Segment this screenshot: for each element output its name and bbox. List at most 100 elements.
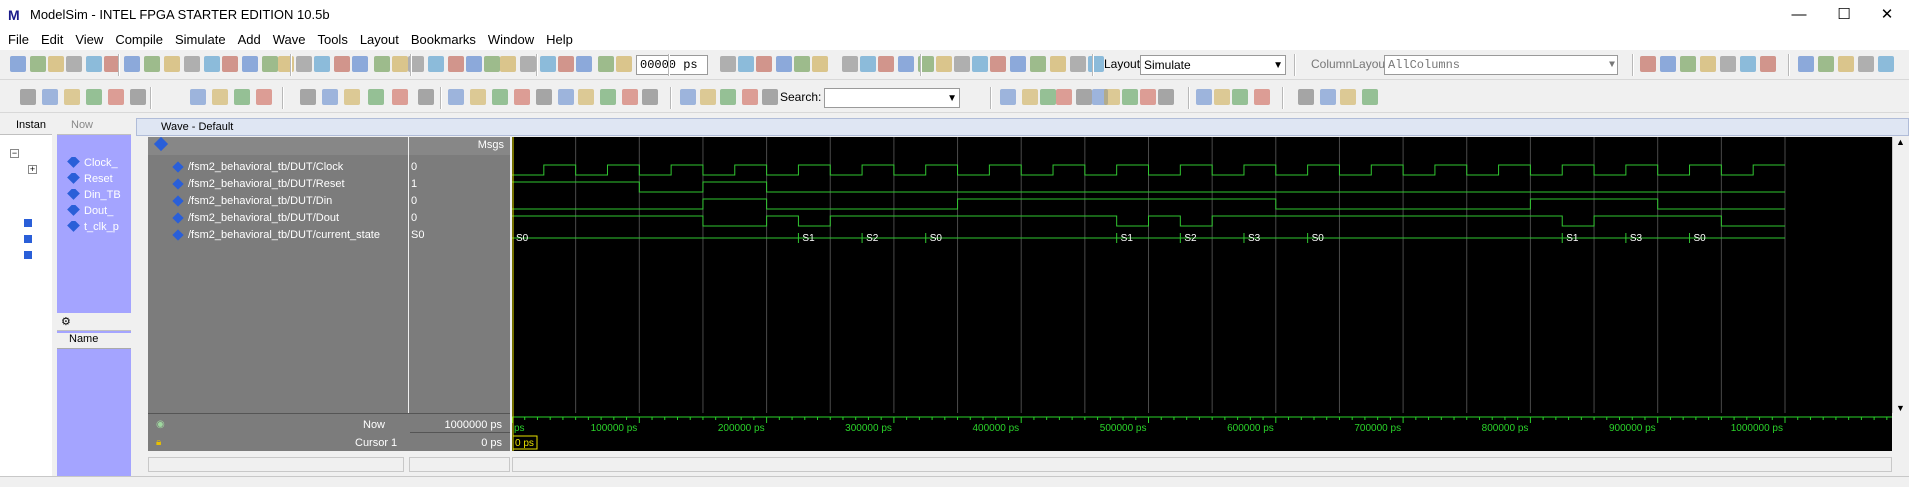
toolbar-button-icon[interactable]: [1680, 56, 1696, 72]
toolbar-button-icon[interactable]: [164, 56, 180, 72]
toolbar-button-icon[interactable]: [680, 89, 696, 105]
menu-edit[interactable]: Edit: [35, 30, 69, 50]
toolbar-button-icon[interactable]: [500, 56, 516, 72]
toolbar-button-icon[interactable]: [794, 56, 810, 72]
toolbar-button-icon[interactable]: [314, 56, 330, 72]
toolbar-button-icon[interactable]: [598, 56, 614, 72]
object-item[interactable]: Din_TB: [57, 189, 131, 205]
menu-compile[interactable]: Compile: [109, 30, 169, 50]
toolbar-button-icon[interactable]: [1000, 89, 1016, 105]
toolbar-button-icon[interactable]: [1040, 89, 1056, 105]
signal-row[interactable]: /fsm2_behavioral_tb/DUT/Din: [148, 195, 332, 212]
toolbar-button-icon[interactable]: [296, 56, 312, 72]
toolbar-button-icon[interactable]: [762, 89, 778, 105]
column-layout-select[interactable]: AllColumns ▼: [1384, 55, 1618, 75]
toolbar-button-icon[interactable]: [738, 56, 754, 72]
toolbar-button-icon[interactable]: [322, 89, 338, 105]
toolbar-button-icon[interactable]: [1050, 56, 1066, 72]
vertical-scrollbar[interactable]: ▲ ▼: [1892, 137, 1909, 413]
toolbar-button-icon[interactable]: [256, 89, 272, 105]
toolbar-button-icon[interactable]: [1076, 89, 1092, 105]
wave-hscroll[interactable]: [512, 457, 1892, 472]
toolbar-button-icon[interactable]: [700, 89, 716, 105]
lock-icon[interactable]: 🔒︎: [156, 437, 161, 448]
toolbar-button-icon[interactable]: [20, 89, 36, 105]
tree-expand-icon[interactable]: +: [28, 165, 37, 174]
toolbar-button-icon[interactable]: [108, 89, 124, 105]
processes-name-column-header[interactable]: Name: [57, 333, 131, 349]
toolbar-button-icon[interactable]: [1158, 89, 1174, 105]
cursor-label[interactable]: Cursor 1: [355, 437, 397, 449]
toolbar-button-icon[interactable]: [954, 56, 970, 72]
toolbar-button-icon[interactable]: [1214, 89, 1230, 105]
menu-add[interactable]: Add: [232, 30, 267, 50]
scroll-up-icon[interactable]: ▲: [1896, 137, 1905, 147]
toolbar-button-icon[interactable]: [300, 89, 316, 105]
timeline-ruler[interactable]: ps 100000 ps 200000 ps 300000 ps 400000 ps 50…: [511, 413, 1892, 451]
toolbar-button-icon[interactable]: [720, 89, 736, 105]
toolbar-button-icon[interactable]: [418, 89, 434, 105]
object-item[interactable]: Reset: [57, 173, 131, 189]
toolbar-button-icon[interactable]: [234, 89, 250, 105]
toolbar-button-icon[interactable]: [1640, 56, 1656, 72]
tree-collapse-icon[interactable]: −: [10, 149, 19, 158]
menu-tools[interactable]: Tools: [311, 30, 353, 50]
toolbar-button-icon[interactable]: [466, 56, 482, 72]
instance-tab-label[interactable]: Instan: [16, 119, 46, 131]
toolbar-button-icon[interactable]: [352, 56, 368, 72]
toolbar-button-icon[interactable]: [576, 56, 592, 72]
toolbar-button-icon[interactable]: [878, 56, 894, 72]
run-length-input[interactable]: 00000 ps: [636, 55, 708, 75]
toolbar-button-icon[interactable]: [30, 56, 46, 72]
toolbar-button-icon[interactable]: [1056, 89, 1072, 105]
toolbar-button-icon[interactable]: [1660, 56, 1676, 72]
toolbar-button-icon[interactable]: [448, 89, 464, 105]
toolbar-button-icon[interactable]: [448, 56, 464, 72]
toolbar-button-icon[interactable]: [1140, 89, 1156, 105]
search-input[interactable]: ▼: [824, 88, 960, 108]
toolbar-button-icon[interactable]: [1254, 89, 1270, 105]
toolbar-button-icon[interactable]: [344, 89, 360, 105]
toolbar-button-icon[interactable]: [1022, 89, 1038, 105]
toolbar-button-icon[interactable]: [558, 56, 574, 72]
toolbar-button-icon[interactable]: [1030, 56, 1046, 72]
toolbar-button-icon[interactable]: [392, 89, 408, 105]
toolbar-button-icon[interactable]: [242, 56, 258, 72]
menu-wave[interactable]: Wave: [267, 30, 312, 50]
toolbar-button-icon[interactable]: [124, 56, 140, 72]
toolbar-button-icon[interactable]: [48, 56, 64, 72]
toolbar-button-icon[interactable]: [64, 89, 80, 105]
toolbar-button-icon[interactable]: [860, 56, 876, 72]
toolbar-button-icon[interactable]: [1088, 56, 1104, 72]
toolbar-button-icon[interactable]: [334, 56, 350, 72]
toolbar-button-icon[interactable]: [616, 56, 632, 72]
menu-file[interactable]: File: [0, 30, 35, 50]
toolbar-button-icon[interactable]: [484, 56, 500, 72]
toolbar-button-icon[interactable]: [972, 56, 988, 72]
waveform-area[interactable]: S0 S1 S2 S0 S1 S2 S3 S0 S1 S3 S0: [512, 137, 1892, 413]
toolbar-button-icon[interactable]: [1818, 56, 1834, 72]
toolbar-button-icon[interactable]: [898, 56, 914, 72]
scroll-down-icon[interactable]: ▼: [1896, 403, 1905, 413]
signal-row[interactable]: /fsm2_behavioral_tb/DUT/Dout: [148, 212, 339, 229]
minimize-button[interactable]: —: [1777, 2, 1821, 28]
toolbar-button-icon[interactable]: [190, 89, 206, 105]
toolbar-button-icon[interactable]: [622, 89, 638, 105]
object-item[interactable]: t_clk_p: [57, 221, 131, 237]
toolbar-button-icon[interactable]: [374, 56, 390, 72]
toolbar-button-icon[interactable]: [428, 56, 444, 72]
toolbar-button-icon[interactable]: [184, 56, 200, 72]
toolbar-button-icon[interactable]: [1878, 56, 1894, 72]
toolbar-button-icon[interactable]: [1798, 56, 1814, 72]
toolbar-button-icon[interactable]: [1740, 56, 1756, 72]
toolbar-button-icon[interactable]: [470, 89, 486, 105]
toolbar-button-icon[interactable]: [1104, 89, 1120, 105]
toolbar-button-icon[interactable]: [842, 56, 858, 72]
tree-node-icon[interactable]: [24, 219, 32, 227]
toolbar-button-icon[interactable]: [222, 56, 238, 72]
toolbar-button-icon[interactable]: [368, 89, 384, 105]
toolbar-button-icon[interactable]: [86, 56, 102, 72]
toolbar-button-icon[interactable]: [1298, 89, 1314, 105]
toolbar-button-icon[interactable]: [42, 89, 58, 105]
toolbar-button-icon[interactable]: [212, 89, 228, 105]
